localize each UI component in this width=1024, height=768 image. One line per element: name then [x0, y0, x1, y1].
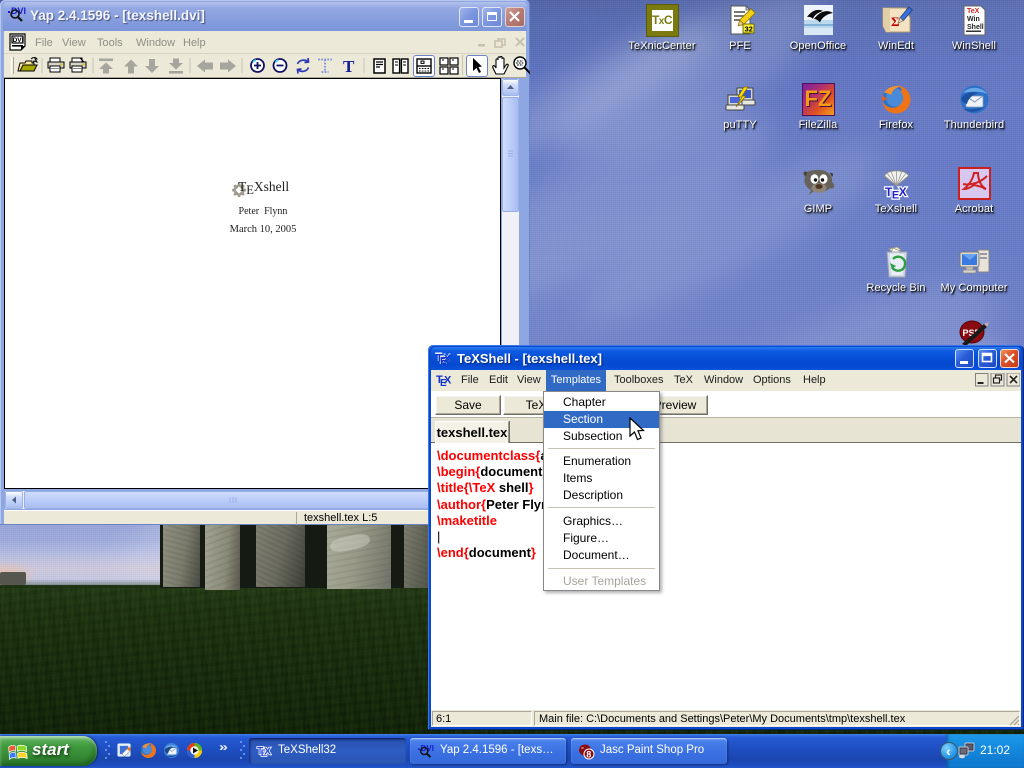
svg-text:TEX: TEX: [885, 185, 907, 200]
svg-text:X: X: [444, 353, 452, 365]
svg-text:TeX: TeX: [967, 8, 980, 15]
svg-text:DVI: DVI: [13, 37, 24, 44]
svg-text:8: 8: [586, 750, 591, 760]
svg-text:Shell: Shell: [967, 24, 984, 31]
svg-text:32: 32: [744, 25, 752, 34]
svg-text:Win: Win: [967, 16, 980, 23]
svg-text:Σ: Σ: [891, 14, 900, 29]
svg-text:X: X: [444, 375, 452, 387]
svg-text:T: T: [343, 57, 355, 75]
svg-text:X: X: [264, 746, 271, 757]
